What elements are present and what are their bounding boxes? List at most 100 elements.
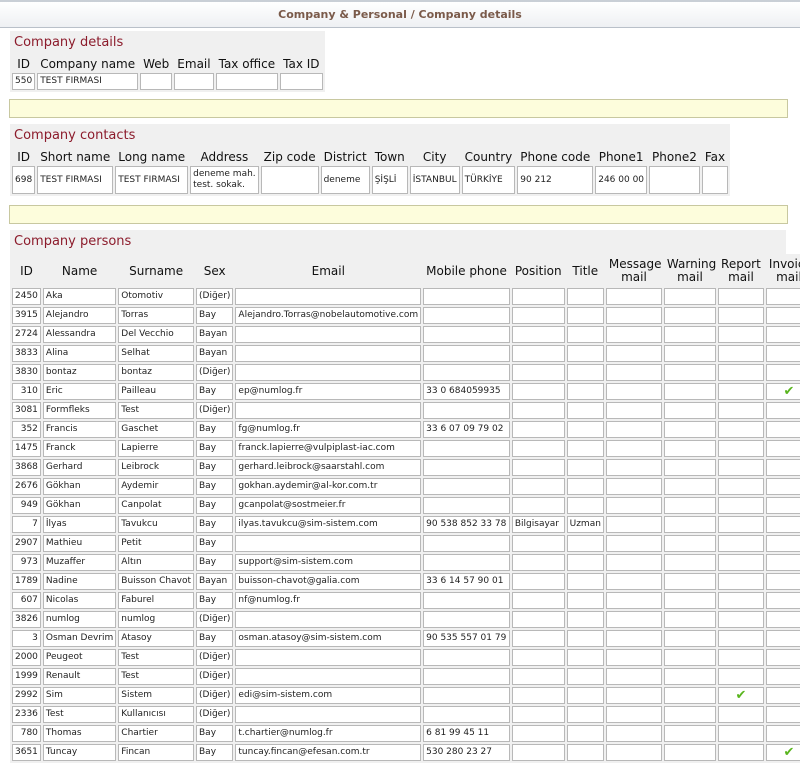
person-sex-field[interactable]: Bay: [196, 630, 234, 647]
person-surname-field[interactable]: Selhat: [118, 345, 194, 362]
person-mobile-field[interactable]: [423, 402, 510, 419]
person-email-field[interactable]: ep@numlog.fr: [235, 383, 422, 400]
person-title-field[interactable]: [566, 649, 604, 666]
person-title-field[interactable]: [566, 402, 604, 419]
person-mobile-field[interactable]: [423, 611, 510, 628]
person-report-mail-cell[interactable]: [717, 440, 764, 457]
person-id-field[interactable]: 7: [12, 516, 41, 533]
person-warning-mail-cell[interactable]: [663, 307, 716, 324]
person-report-mail-cell[interactable]: [717, 554, 764, 571]
person-email-field[interactable]: buisson-chavot@galia.com: [235, 573, 422, 590]
person-surname-field[interactable]: Gaschet: [118, 421, 194, 438]
person-sex-field[interactable]: (Diğer): [196, 706, 234, 723]
short-name-field[interactable]: TEST FIRMASI: [37, 166, 114, 194]
person-report-mail-cell[interactable]: [717, 326, 764, 343]
person-invoice-mail-cell[interactable]: ✔: [765, 744, 800, 761]
person-invoice-mail-cell[interactable]: ✔: [765, 383, 800, 400]
person-position-field[interactable]: [511, 630, 565, 647]
person-warning-mail-cell[interactable]: [663, 478, 716, 495]
person-email-field[interactable]: [235, 364, 422, 381]
person-message-mail-cell[interactable]: [605, 554, 662, 571]
person-name-field[interactable]: Muzaffer: [42, 554, 117, 571]
person-sex-field[interactable]: (Diğer): [196, 402, 234, 419]
person-email-field[interactable]: [235, 535, 422, 552]
person-warning-mail-cell[interactable]: [663, 326, 716, 343]
company-id-field[interactable]: 550: [12, 73, 36, 90]
person-warning-mail-cell[interactable]: [663, 421, 716, 438]
person-surname-field[interactable]: Lapierre: [118, 440, 194, 457]
person-warning-mail-cell[interactable]: [663, 516, 716, 533]
company-name-field[interactable]: TEST FIRMASI: [37, 73, 139, 90]
person-surname-field[interactable]: Del Vecchio: [118, 326, 194, 343]
person-invoice-mail-cell[interactable]: [765, 649, 800, 666]
person-surname-field[interactable]: Petit: [118, 535, 194, 552]
person-name-field[interactable]: Nadine: [42, 573, 117, 590]
person-name-field[interactable]: Eric: [42, 383, 117, 400]
person-id-field[interactable]: 1475: [12, 440, 41, 457]
person-mobile-field[interactable]: [423, 649, 510, 666]
person-sex-field[interactable]: Bayan: [196, 573, 234, 590]
person-mobile-field[interactable]: [423, 459, 510, 476]
person-invoice-mail-cell[interactable]: [765, 554, 800, 571]
person-title-field[interactable]: Uzman: [566, 516, 604, 533]
contact-id-field[interactable]: 698: [12, 166, 36, 194]
person-invoice-mail-cell[interactable]: [765, 459, 800, 476]
person-name-field[interactable]: Osman Devrim: [42, 630, 117, 647]
person-surname-field[interactable]: Test: [118, 649, 194, 666]
long-name-field[interactable]: TEST FIRMASI: [115, 166, 189, 194]
person-message-mail-cell[interactable]: [605, 687, 662, 704]
person-invoice-mail-cell[interactable]: [765, 668, 800, 685]
person-id-field[interactable]: 1999: [12, 668, 41, 685]
person-report-mail-cell[interactable]: [717, 535, 764, 552]
person-warning-mail-cell[interactable]: [663, 535, 716, 552]
person-position-field[interactable]: [511, 459, 565, 476]
person-id-field[interactable]: 2907: [12, 535, 41, 552]
person-warning-mail-cell[interactable]: [663, 402, 716, 419]
person-email-field[interactable]: [235, 668, 422, 685]
person-id-field[interactable]: 2992: [12, 687, 41, 704]
person-invoice-mail-cell[interactable]: [765, 573, 800, 590]
person-email-field[interactable]: ilyas.tavukcu@sim-sistem.com: [235, 516, 422, 533]
person-message-mail-cell[interactable]: [605, 478, 662, 495]
person-warning-mail-cell[interactable]: [663, 649, 716, 666]
person-warning-mail-cell[interactable]: [663, 497, 716, 514]
person-position-field[interactable]: [511, 554, 565, 571]
person-title-field[interactable]: [566, 706, 604, 723]
person-surname-field[interactable]: Leibrock: [118, 459, 194, 476]
phone2-field[interactable]: [649, 166, 700, 194]
person-invoice-mail-cell[interactable]: [765, 402, 800, 419]
person-title-field[interactable]: [566, 440, 604, 457]
person-position-field[interactable]: Bilgisayar: [511, 516, 565, 533]
person-mobile-field[interactable]: [423, 592, 510, 609]
person-report-mail-cell[interactable]: [717, 478, 764, 495]
person-surname-field[interactable]: Test: [118, 402, 194, 419]
person-title-field[interactable]: [566, 459, 604, 476]
person-invoice-mail-cell[interactable]: [765, 364, 800, 381]
person-message-mail-cell[interactable]: [605, 459, 662, 476]
person-surname-field[interactable]: bontaz: [118, 364, 194, 381]
person-position-field[interactable]: [511, 725, 565, 742]
person-sex-field[interactable]: (Diğer): [196, 649, 234, 666]
person-surname-field[interactable]: Torras: [118, 307, 194, 324]
person-email-field[interactable]: Alejandro.Torras@nobelautomotive.com: [235, 307, 422, 324]
person-report-mail-cell[interactable]: [717, 516, 764, 533]
person-invoice-mail-cell[interactable]: [765, 725, 800, 742]
person-invoice-mail-cell[interactable]: [765, 326, 800, 343]
person-email-field[interactable]: gcanpolat@sostmeier.fr: [235, 497, 422, 514]
person-email-field[interactable]: [235, 345, 422, 362]
person-email-field[interactable]: gerhard.leibrock@saarstahl.com: [235, 459, 422, 476]
country-field[interactable]: TÜRKİYE: [461, 166, 516, 194]
person-title-field[interactable]: [566, 744, 604, 761]
town-field[interactable]: ŞİŞLİ: [371, 166, 408, 194]
person-report-mail-cell[interactable]: [717, 288, 764, 305]
person-sex-field[interactable]: Bay: [196, 725, 234, 742]
person-message-mail-cell[interactable]: [605, 592, 662, 609]
person-name-field[interactable]: Test: [42, 706, 117, 723]
person-warning-mail-cell[interactable]: [663, 288, 716, 305]
person-report-mail-cell[interactable]: [717, 402, 764, 419]
person-id-field[interactable]: 1789: [12, 573, 41, 590]
person-title-field[interactable]: [566, 725, 604, 742]
person-name-field[interactable]: Franck: [42, 440, 117, 457]
person-warning-mail-cell[interactable]: [663, 345, 716, 362]
person-report-mail-cell[interactable]: [717, 345, 764, 362]
